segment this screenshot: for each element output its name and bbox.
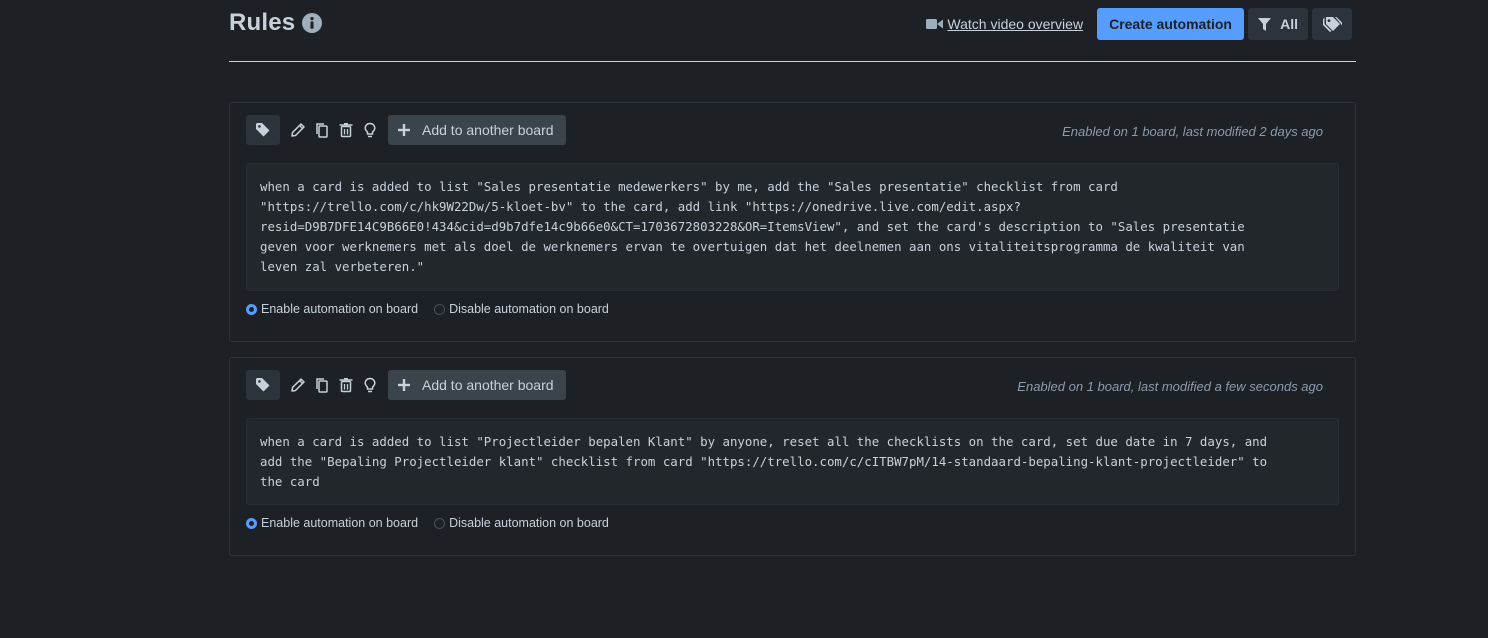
add-to-board-label: Add to another board	[422, 377, 554, 393]
rule-toolbar: Add to another board	[246, 115, 566, 145]
add-to-another-board-button[interactable]: Add to another board	[388, 370, 566, 400]
edit-pencil-icon[interactable]	[290, 377, 306, 393]
trash-icon[interactable]	[338, 377, 354, 393]
rule-enable-radios: Enable automation on board Disable autom…	[246, 516, 625, 530]
rules-page: Rules Watch video overview Create automa…	[229, 0, 1356, 556]
page-title: Rules	[229, 9, 296, 36]
enable-radio[interactable]	[246, 303, 257, 315]
disable-automation-label: Disable automation on board	[449, 302, 609, 316]
tags-button[interactable]	[1312, 8, 1352, 40]
plus-icon	[398, 124, 410, 136]
trash-icon[interactable]	[338, 122, 354, 138]
watch-video-link[interactable]: Watch video overview	[926, 16, 1083, 32]
header-actions: Watch video overview Create automation A…	[926, 8, 1352, 40]
create-automation-button[interactable]: Create automation	[1097, 8, 1244, 40]
tag-icon	[256, 123, 270, 137]
info-icon[interactable]	[302, 13, 323, 33]
tags-icon	[1322, 16, 1342, 32]
rule-card: Add to another board Enabled on 1 board,…	[229, 102, 1356, 342]
add-to-board-label: Add to another board	[422, 122, 554, 138]
enable-automation-option[interactable]: Enable automation on board	[246, 302, 418, 316]
add-to-another-board-button[interactable]: Add to another board	[388, 115, 566, 145]
enable-automation-option[interactable]: Enable automation on board	[246, 516, 418, 530]
disable-automation-option[interactable]: Disable automation on board	[434, 302, 609, 316]
disable-radio[interactable]	[434, 303, 446, 315]
edit-pencil-icon[interactable]	[290, 122, 306, 138]
filter-icon	[1258, 17, 1271, 31]
rule-card: Add to another board Enabled on 1 board,…	[229, 357, 1356, 556]
disable-radio[interactable]	[434, 517, 446, 529]
plus-icon	[398, 379, 410, 391]
rule-enable-radios: Enable automation on board Disable autom…	[246, 302, 625, 316]
filter-button[interactable]: All	[1248, 8, 1308, 40]
rule-toolbar: Add to another board	[246, 370, 566, 400]
disable-automation-option[interactable]: Disable automation on board	[434, 516, 609, 530]
enable-automation-label: Enable automation on board	[261, 516, 419, 530]
title-group: Rules	[229, 9, 323, 37]
rules-header: Rules Watch video overview Create automa…	[229, 0, 1356, 62]
rule-description: when a card is added to list "Projectlei…	[246, 418, 1339, 505]
enable-radio[interactable]	[246, 517, 257, 529]
rule-tag-button[interactable]	[246, 115, 280, 145]
rule-meta: Enabled on 1 board, last modified a few …	[1017, 379, 1323, 394]
video-camera-icon	[926, 18, 944, 30]
rule-meta: Enabled on 1 board, last modified 2 days…	[1062, 124, 1323, 139]
filter-label: All	[1280, 16, 1298, 32]
lightbulb-icon[interactable]	[362, 122, 378, 138]
rule-description: when a card is added to list "Sales pres…	[246, 163, 1339, 291]
enable-automation-label: Enable automation on board	[261, 302, 419, 316]
tag-icon	[256, 378, 270, 392]
disable-automation-label: Disable automation on board	[449, 516, 609, 530]
copy-icon[interactable]	[314, 377, 330, 393]
lightbulb-icon[interactable]	[362, 377, 378, 393]
rule-tag-button[interactable]	[246, 370, 280, 400]
watch-video-label: Watch video overview	[947, 16, 1084, 32]
copy-icon[interactable]	[314, 122, 330, 138]
